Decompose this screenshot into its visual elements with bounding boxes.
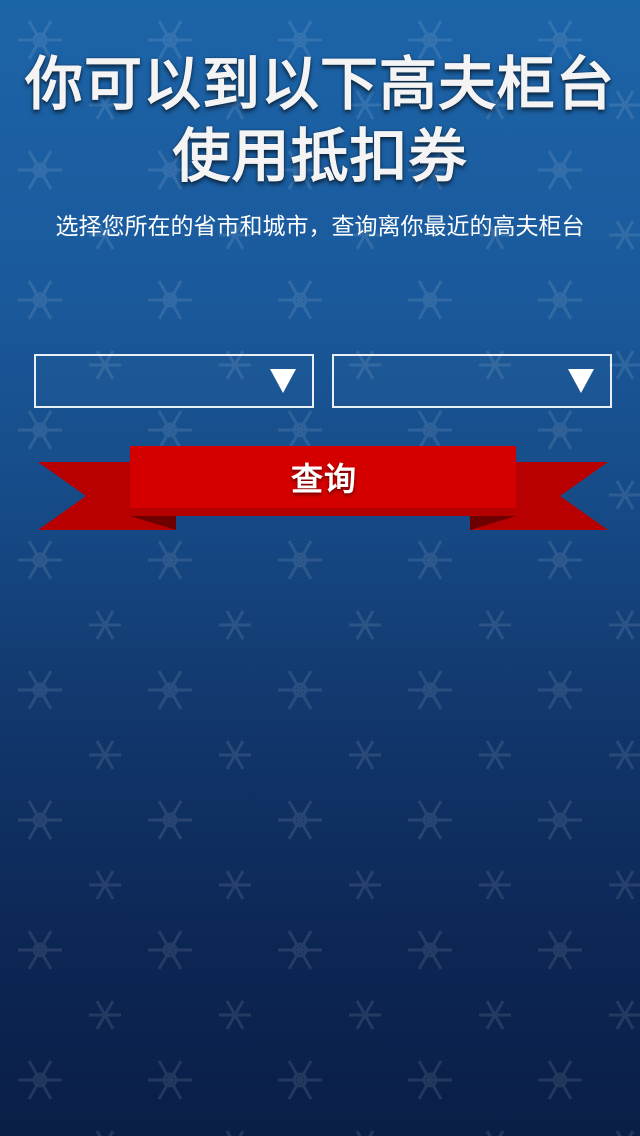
city-select[interactable] (332, 354, 612, 408)
chevron-down-icon (568, 369, 594, 393)
province-select[interactable] (34, 354, 314, 408)
page-title-line-2: 使用抵扣券 (172, 122, 468, 190)
chevron-down-icon (270, 369, 296, 393)
page-title-line-1: 你可以到以下高夫柜台 (24, 50, 615, 118)
query-button-label: 查询 (290, 460, 357, 498)
page-subtitle: 选择您所在的省市和城市，查询离你最近的高夫柜台 (55, 214, 585, 240)
query-button[interactable]: 查询 (38, 446, 608, 538)
